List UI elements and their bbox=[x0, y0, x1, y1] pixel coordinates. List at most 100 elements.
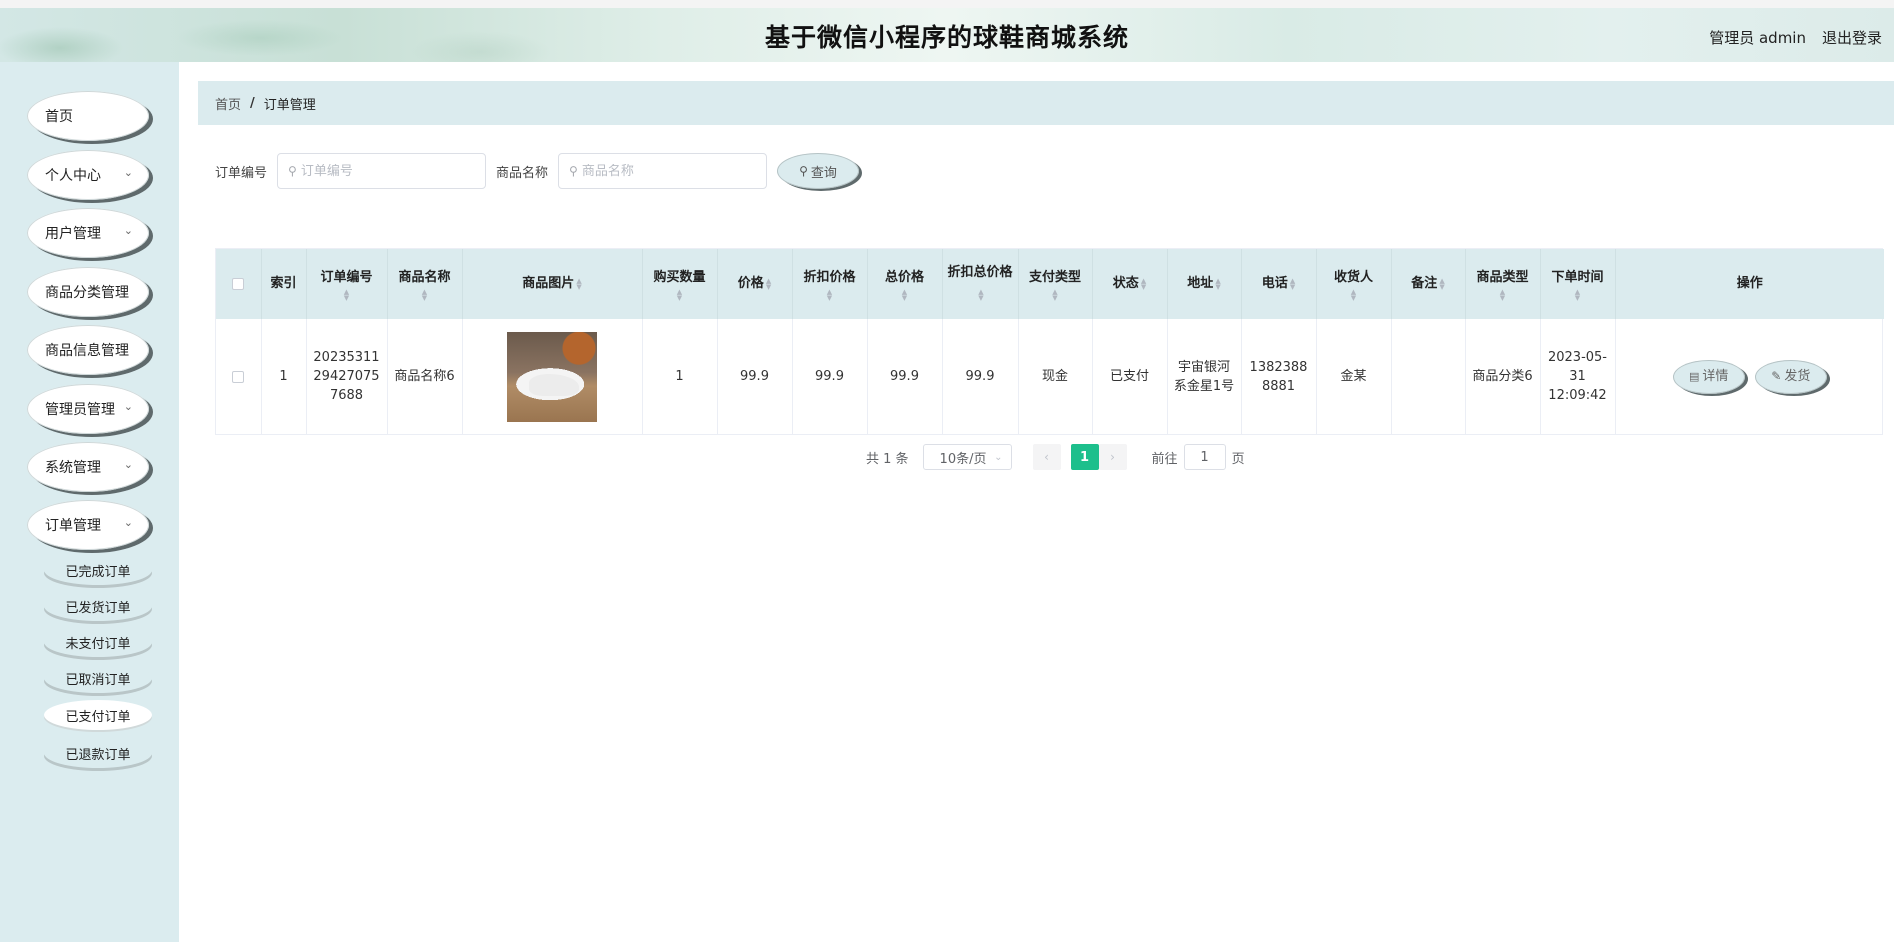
sidebar-item-category-management[interactable]: 商品分类管理 bbox=[27, 267, 149, 317]
sort-icon[interactable]: ▲ ▼ bbox=[311, 289, 383, 302]
col-discount-price-label: 折扣价格 bbox=[803, 270, 856, 285]
product-name-field[interactable]: ⚲ bbox=[558, 153, 768, 189]
cell-remark bbox=[1391, 319, 1466, 434]
col-order-no[interactable]: 订单编号 ▲ ▼ bbox=[306, 249, 388, 319]
chevron-down-icon: ⌄ bbox=[994, 451, 1003, 463]
col-order-time-label: 下单时间 bbox=[1551, 270, 1604, 285]
sort-icon[interactable]: ▲ ▼ bbox=[1321, 289, 1387, 302]
cell-order-time: 2023-05-31 12:09:42 bbox=[1540, 319, 1616, 434]
pagination-total: 共 1 条 bbox=[866, 451, 909, 467]
next-page-button[interactable]: › bbox=[1098, 444, 1127, 470]
ship-button[interactable]: ✎ 发货 bbox=[1754, 359, 1827, 394]
cell-phone: 13823888881 bbox=[1241, 319, 1317, 434]
sidebar-item-admin-management[interactable]: 管理员管理 ⌄ bbox=[27, 384, 149, 434]
col-order-time[interactable]: 下单时间 ▲ ▼ bbox=[1540, 249, 1616, 319]
breadcrumb-home[interactable]: 首页 bbox=[215, 94, 241, 113]
sidebar-item-system-management[interactable]: 系统管理 ⌄ bbox=[27, 442, 149, 492]
sidebar-subitem-unpaid-orders[interactable]: 未支付订单 bbox=[44, 627, 152, 657]
col-phone[interactable]: 电话 ▲ ▼ bbox=[1241, 249, 1317, 319]
sidebar-subitem-paid-orders[interactable]: 已支付订单 bbox=[44, 700, 152, 730]
goto-page-input[interactable]: 1 bbox=[1183, 444, 1226, 470]
sidebar-item-order-management[interactable]: 订单管理 ⌄ bbox=[27, 500, 149, 550]
prev-page-button[interactable]: ‹ bbox=[1032, 444, 1061, 470]
sidebar-subitem-cancelled-orders[interactable]: 已取消订单 bbox=[44, 663, 152, 693]
sidebar-item-label: 商品信息管理 bbox=[45, 343, 129, 359]
cell-pay-type: 现金 bbox=[1018, 319, 1093, 434]
sort-icon[interactable]: ▲ ▼ bbox=[647, 289, 713, 302]
sort-icon[interactable]: ▲ ▼ bbox=[1290, 277, 1295, 290]
order-no-input[interactable] bbox=[300, 163, 471, 179]
top-header: 基于微信小程序的球鞋商城系统 管理员 admin 退出登录 bbox=[0, 0, 1894, 62]
col-discount-price[interactable]: 折扣价格 ▲ ▼ bbox=[792, 249, 868, 319]
col-product-type[interactable]: 商品类型 ▲ ▼ bbox=[1465, 249, 1541, 319]
sidebar: 首页 个人中心 ⌄ 用户管理 ⌄ 商品分类管理 商品信息管理 管理员管理 ⌄ 系… bbox=[0, 62, 179, 942]
sidebar-item-home[interactable]: 首页 bbox=[27, 91, 149, 141]
sort-icon[interactable]: ▲ ▼ bbox=[576, 277, 581, 290]
col-price[interactable]: 价格 ▲ ▼ bbox=[717, 249, 793, 319]
col-quantity[interactable]: 购买数量 ▲ ▼ bbox=[642, 249, 718, 319]
table-header-row: 索引 订单编号 ▲ ▼ 商品名称 ▲ ▼ 商品图片 ▲ ▼ 购买数量 ▲ ▼ 价格 ▲ ▼ 折扣价格… bbox=[216, 249, 1884, 319]
product-name-input[interactable] bbox=[581, 163, 752, 179]
sidebar-subitem-shipped-orders[interactable]: 已发货订单 bbox=[44, 591, 152, 621]
chevron-down-icon: ⌄ bbox=[123, 166, 133, 179]
col-product-name[interactable]: 商品名称 ▲ ▼ bbox=[387, 249, 463, 319]
sort-icon[interactable]: ▲ ▼ bbox=[1023, 289, 1088, 302]
cell-receiver: 金某 bbox=[1316, 319, 1392, 434]
col-address[interactable]: 地址 ▲ ▼ bbox=[1167, 249, 1242, 319]
cell-product-type: 商品分类6 bbox=[1465, 319, 1541, 434]
select-all-checkbox[interactable] bbox=[232, 277, 245, 290]
page-number-1[interactable]: 1 bbox=[1070, 444, 1099, 470]
col-discount-total[interactable]: 折扣总价格 ▲ ▼ bbox=[942, 249, 1019, 319]
chevron-up-icon: ⌄ bbox=[123, 516, 133, 529]
sidebar-item-user-management[interactable]: 用户管理 ⌄ bbox=[27, 208, 149, 258]
sort-icon[interactable]: ▲ ▼ bbox=[1215, 277, 1220, 290]
sort-icon[interactable]: ▲ ▼ bbox=[978, 288, 983, 301]
search-icon: ⚲ bbox=[288, 164, 297, 178]
sidebar-subitem-refunded-orders[interactable]: 已退款订单 bbox=[44, 738, 152, 768]
cell-product-image bbox=[462, 319, 643, 434]
col-receiver[interactable]: 收货人 ▲ ▼ bbox=[1316, 249, 1392, 319]
sidebar-item-label: 管理员管理 bbox=[45, 402, 115, 418]
sort-icon[interactable]: ▲ ▼ bbox=[797, 289, 863, 302]
query-button[interactable]: ⚲ 查询 bbox=[777, 153, 860, 189]
sidebar-subitem-completed-orders[interactable]: 已完成订单 bbox=[44, 555, 152, 585]
goto-suffix: 页 bbox=[1231, 451, 1245, 467]
select-all-header[interactable] bbox=[216, 249, 262, 319]
sort-icon[interactable]: ▲ ▼ bbox=[1141, 277, 1146, 290]
sort-icon[interactable]: ▲ ▼ bbox=[766, 277, 771, 290]
col-remark[interactable]: 备注 ▲ ▼ bbox=[1391, 249, 1466, 319]
sidebar-item-label: 用户管理 bbox=[45, 226, 101, 242]
detail-button[interactable]: ▤ 详情 bbox=[1672, 359, 1745, 394]
col-order-no-label: 订单编号 bbox=[320, 270, 373, 285]
cell-actions: ▤ 详情 ✎ 发货 bbox=[1615, 319, 1884, 434]
product-thumbnail[interactable] bbox=[507, 331, 597, 422]
order-no-label: 订单编号 bbox=[215, 165, 268, 181]
sort-icon[interactable]: ▲ ▼ bbox=[392, 289, 458, 302]
sort-icon[interactable]: ▲ ▼ bbox=[1470, 289, 1536, 302]
document-icon: ▤ bbox=[1688, 370, 1700, 383]
page-size-select[interactable]: 10条/页 ⌄ bbox=[922, 444, 1012, 470]
sort-icon[interactable]: ▲ ▼ bbox=[872, 289, 938, 302]
sidebar-item-label: 系统管理 bbox=[45, 460, 101, 476]
sidebar-item-personal-center[interactable]: 个人中心 ⌄ bbox=[27, 150, 149, 200]
col-status[interactable]: 状态 ▲ ▼ bbox=[1092, 249, 1168, 319]
col-index: 索引 bbox=[261, 249, 307, 319]
breadcrumb-separator: / bbox=[250, 95, 255, 111]
row-select-cell[interactable] bbox=[216, 319, 262, 434]
ship-button-label: 发货 bbox=[1784, 369, 1811, 384]
cell-quantity: 1 bbox=[642, 319, 718, 434]
sidebar-item-product-management[interactable]: 商品信息管理 bbox=[27, 325, 149, 375]
query-button-label: 查询 bbox=[810, 165, 837, 181]
col-product-image[interactable]: 商品图片 ▲ ▼ bbox=[462, 249, 643, 319]
order-no-field[interactable]: ⚲ bbox=[277, 153, 487, 189]
row-checkbox[interactable] bbox=[232, 370, 245, 383]
col-pay-type[interactable]: 支付类型 ▲ ▼ bbox=[1018, 249, 1093, 319]
current-user: 管理员 admin bbox=[1709, 29, 1806, 47]
chevron-down-icon: ⌄ bbox=[123, 458, 133, 471]
logout-link[interactable]: 退出登录 bbox=[1822, 27, 1882, 48]
col-actions: 操作 bbox=[1736, 276, 1763, 291]
chevron-down-icon: ⌄ bbox=[123, 400, 133, 413]
sort-icon[interactable]: ▲ ▼ bbox=[1439, 277, 1444, 290]
col-total-price[interactable]: 总价格 ▲ ▼ bbox=[867, 249, 943, 319]
sort-icon[interactable]: ▲ ▼ bbox=[1545, 289, 1611, 302]
